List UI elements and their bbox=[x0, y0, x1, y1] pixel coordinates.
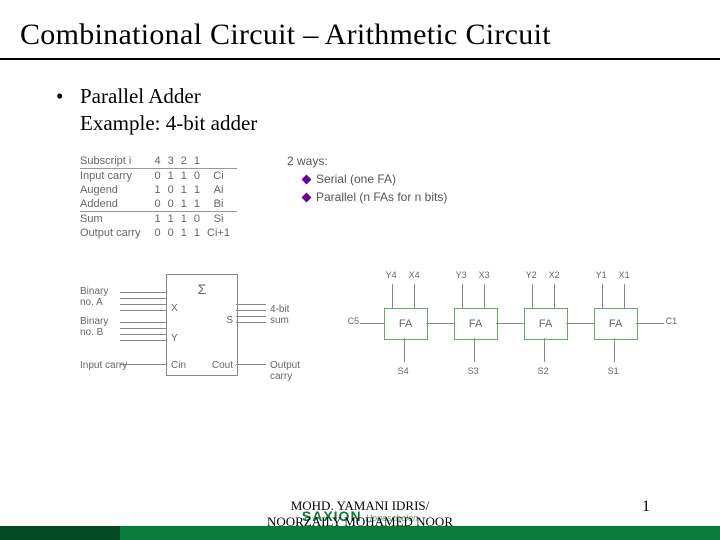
footer: SAXION Hogescholen MOHD. YAMANI IDRIS/ N… bbox=[0, 492, 720, 540]
ways-item-serial: Serial (one FA) bbox=[303, 172, 447, 186]
sigma-icon: Σ bbox=[198, 281, 207, 297]
block-diagram: Σ X S Y Cin Cout bbox=[80, 264, 294, 394]
content-area: Parallel Adder Example: 4-bit adder Subs… bbox=[0, 60, 720, 404]
fa-box-4: FA bbox=[384, 308, 428, 340]
ways-list: 2 ways: Serial (one FA) Parallel (n FAs … bbox=[287, 154, 447, 208]
truth-table: Subscript i 4 3 2 1 Input carry0110Ci Au… bbox=[80, 154, 237, 240]
ways-item-parallel: Parallel (n FAs for n bits) bbox=[303, 190, 447, 204]
th-subscript: Subscript i bbox=[80, 154, 155, 169]
label-binary-a: Binary no. A bbox=[80, 286, 108, 308]
label-c5: C5 bbox=[348, 316, 360, 326]
slide-title: Combinational Circuit – Arithmetic Circu… bbox=[0, 0, 720, 60]
label-input-carry: Input carry bbox=[80, 360, 127, 371]
ways-title: 2 ways: bbox=[287, 154, 447, 168]
fa-box-3: FA bbox=[454, 308, 498, 340]
diamond-icon bbox=[302, 192, 312, 202]
label-4bit-sum: 4-bit sum bbox=[270, 304, 289, 326]
adder-block: Σ X S Y Cin Cout bbox=[166, 274, 238, 376]
fa-chain-diagram: FA FA FA FA Y4X bbox=[354, 264, 660, 404]
label-binary-b: Binary no. B bbox=[80, 316, 108, 338]
diamond-icon bbox=[302, 174, 312, 184]
fa-box-1: FA bbox=[594, 308, 638, 340]
fa-box-2: FA bbox=[524, 308, 568, 340]
label-output-carry: Output carry bbox=[270, 360, 300, 382]
page-number: 1 bbox=[642, 498, 650, 516]
example-text: Example: 4-bit adder bbox=[80, 111, 660, 136]
label-c1: C1 bbox=[666, 316, 678, 326]
bullet-parallel-adder: Parallel Adder bbox=[80, 84, 660, 109]
dark-green-accent bbox=[0, 526, 120, 540]
